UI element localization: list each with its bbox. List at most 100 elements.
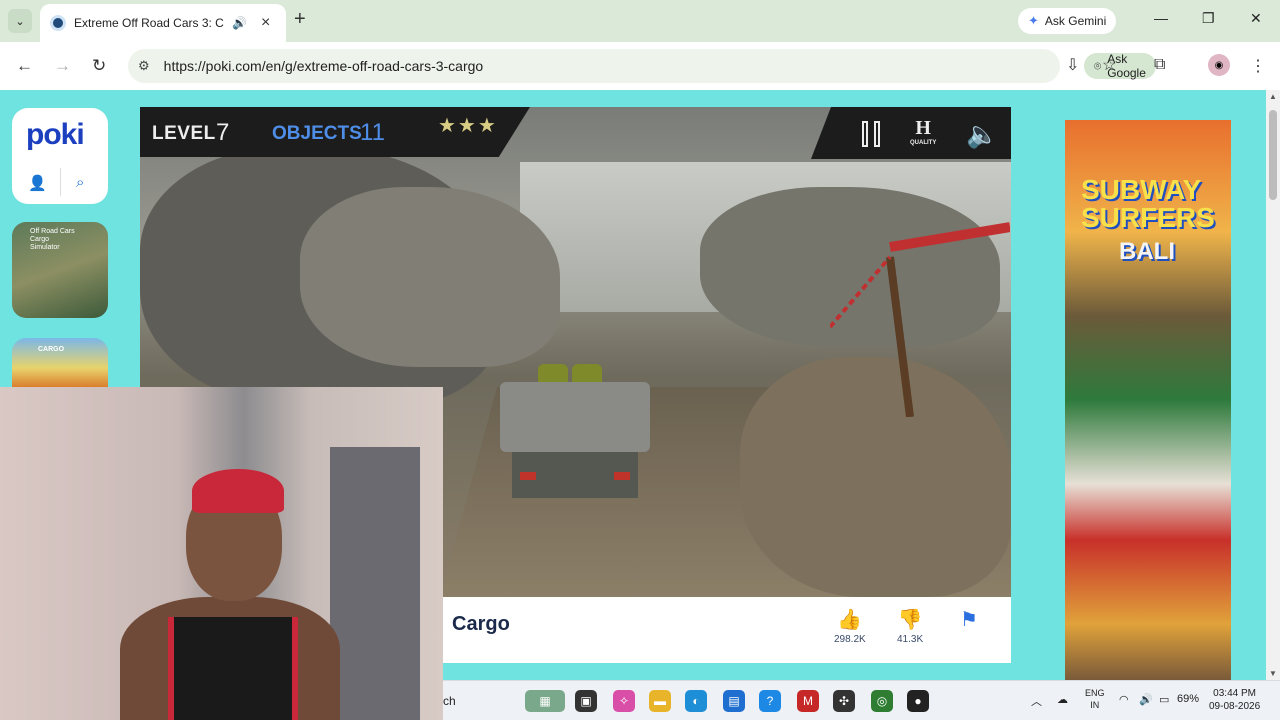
webcam-door xyxy=(330,447,420,720)
person-cap xyxy=(192,469,284,513)
edge-icon[interactable]: ◐ xyxy=(685,690,707,712)
battery-percent: 69% xyxy=(1177,693,1200,705)
clock-date: 09-08-2026 xyxy=(1209,701,1261,712)
game-title: Cargo xyxy=(452,613,510,635)
subway-surfers-ad[interactable]: SUBWAY SURFERS BALI xyxy=(1065,120,1231,680)
forward-arrow-icon[interactable]: → xyxy=(54,56,71,76)
thumbs-up-icon: 👍 xyxy=(837,609,863,631)
game-hud: LEVEL 7 OBJECTS 11 ★★★ H QUALITY 🔈 xyxy=(140,107,1011,159)
url-text[interactable]: https://poki.com/en/g/extreme-off-road-c… xyxy=(164,58,484,74)
wifi-icon[interactable]: ◠ xyxy=(1119,693,1129,706)
tab-close-icon[interactable]: × xyxy=(261,14,270,32)
pause-bar xyxy=(874,121,880,147)
address-toolbar: ← → ↻ ⚙ https://poki.com/en/g/extreme-of… xyxy=(0,42,1280,90)
truck-bed xyxy=(500,382,650,452)
game-thumbnail-cargo[interactable]: CARGO xyxy=(12,338,108,388)
tail-light xyxy=(614,472,630,480)
pause-button[interactable] xyxy=(862,121,882,147)
likes-count: 298.2K xyxy=(834,634,866,645)
window-close-button[interactable]: ✕ xyxy=(1250,10,1262,27)
gemini-sparkle-icon: ✦ xyxy=(1028,13,1039,28)
new-tab-button[interactable]: + xyxy=(294,8,306,31)
level-value: 7 xyxy=(216,119,230,146)
objects-value: 11 xyxy=(360,119,385,146)
volume-icon[interactable]: 🔊 xyxy=(1139,693,1153,706)
user-icon[interactable]: 👤 xyxy=(28,174,47,192)
cargo-truck xyxy=(500,352,650,502)
ask-google-button[interactable]: ⌾ Ask Google xyxy=(1084,52,1156,80)
task-view-icon[interactable]: ▣ xyxy=(575,690,597,712)
poki-favicon-icon xyxy=(50,15,66,31)
scrollbar-thumb[interactable] xyxy=(1269,110,1277,200)
poki-logo[interactable]: poki xyxy=(26,118,85,152)
barrier-fence xyxy=(830,222,1010,417)
level-label: LEVEL xyxy=(152,123,216,144)
browser-menu-icon[interactable]: ⋮ xyxy=(1250,56,1266,76)
ask-gemini-button[interactable]: ✦ Ask Gemini xyxy=(1018,8,1117,34)
windows-taskbar: ch ▦ ▣ ✧ ▬ ◐ ▤ ? M ✣ ◎ ● ︿ ☁ ENG IN ◠ 🔊 … xyxy=(443,680,1280,720)
objects-label: OBJECTS xyxy=(272,123,362,144)
ask-gemini-label: Ask Gemini xyxy=(1044,14,1107,28)
clock[interactable]: 03:44 PM 09-08-2026 xyxy=(1209,687,1260,713)
url-bar[interactable]: ⚙ https://poki.com/en/g/extreme-off-road… xyxy=(128,49,1156,83)
webcam-overlay xyxy=(0,387,443,720)
active-tab[interactable]: Extreme Off Road Cars 3: Cargo 🔊 × xyxy=(40,4,286,42)
mcafee-icon[interactable]: M xyxy=(797,690,819,712)
site-info-icon[interactable]: ⚙ xyxy=(138,58,150,74)
tab-title: Extreme Off Road Cars 3: Cargo xyxy=(74,16,224,30)
help-icon[interactable]: ? xyxy=(759,690,781,712)
widgets-icon[interactable]: ▦ xyxy=(525,690,565,712)
scroll-down-icon[interactable]: ▼ xyxy=(1269,669,1277,678)
profile-avatar[interactable]: ◉ xyxy=(1208,54,1230,76)
quality-button[interactable]: H QUALITY xyxy=(910,117,936,146)
thumbnail-title: Off Road Cars Cargo Simulator xyxy=(30,228,75,251)
quality-icon: H xyxy=(915,117,931,139)
sound-speaker-icon[interactable]: 🔈 xyxy=(966,119,998,150)
back-arrow-icon[interactable]: ← xyxy=(16,56,33,76)
search-icon[interactable]: ⌕ xyxy=(76,174,84,191)
store-icon[interactable]: ▤ xyxy=(723,690,745,712)
extensions-puzzle-icon[interactable]: ⧉ xyxy=(1154,56,1165,74)
install-app-icon[interactable]: ⇩ xyxy=(1066,55,1079,75)
language-code: ENG xyxy=(1085,688,1105,698)
taskbar-search[interactable]: ch xyxy=(443,694,456,708)
tail-light xyxy=(520,472,536,480)
file-explorer-icon[interactable]: ▬ xyxy=(649,690,671,712)
thumbnail-title: CARGO xyxy=(38,346,65,353)
ad-headline: SUBWAY SURFERS xyxy=(1081,174,1215,233)
battery-icon[interactable]: ▭ xyxy=(1159,693,1169,706)
dislikes-count: 41.3K xyxy=(897,634,924,645)
ad-subheadline: BALI xyxy=(1119,238,1175,265)
page-scrollbar[interactable]: ▲ ▼ xyxy=(1266,90,1280,680)
browser-tab-bar: ⌄ Extreme Off Road Cars 3: Cargo 🔊 × + ✦… xyxy=(0,0,1280,42)
tray-chevron-icon[interactable]: ︿ xyxy=(1031,693,1042,709)
logo-divider xyxy=(60,168,61,196)
onedrive-icon[interactable]: ☁ xyxy=(1057,693,1068,706)
reload-icon[interactable]: ↻ xyxy=(92,56,106,76)
chrome-icon[interactable]: ◎ xyxy=(871,690,893,712)
person-singlet xyxy=(168,617,298,720)
minimize-button[interactable]: — xyxy=(1154,10,1168,26)
region-code: IN xyxy=(1090,700,1100,710)
dropbox-icon[interactable]: ✣ xyxy=(833,690,855,712)
scroll-up-icon[interactable]: ▲ xyxy=(1269,92,1277,101)
dislike-button[interactable]: 👎 41.3K xyxy=(897,607,923,645)
pause-bar xyxy=(862,121,868,147)
bookmark-star-icon[interactable]: ☆ xyxy=(1102,55,1116,75)
obs-icon[interactable]: ● xyxy=(907,690,929,712)
star-rating: ★★★ xyxy=(438,115,498,137)
language-indicator[interactable]: ENG IN xyxy=(1085,687,1105,711)
tab-audio-icon[interactable]: 🔊 xyxy=(232,16,247,30)
thumbs-down-icon: 👎 xyxy=(897,609,923,631)
quality-label: QUALITY xyxy=(910,140,937,146)
tab-list-chevron-icon[interactable]: ⌄ xyxy=(8,9,32,33)
maximize-button[interactable]: ❐ xyxy=(1202,10,1215,27)
poki-logo-card[interactable]: poki 👤 ⌕ xyxy=(12,108,108,204)
report-button[interactable]: ⚑ xyxy=(960,607,978,632)
lens-icon: ⌾ xyxy=(1094,58,1102,73)
rock-mid xyxy=(300,187,560,367)
game-thumbnail-offroad[interactable]: Off Road Cars Cargo Simulator xyxy=(12,222,108,318)
like-button[interactable]: 👍 298.2K xyxy=(834,607,866,645)
copilot-icon[interactable]: ✧ xyxy=(613,690,635,712)
clock-time: 03:44 PM xyxy=(1213,688,1256,699)
